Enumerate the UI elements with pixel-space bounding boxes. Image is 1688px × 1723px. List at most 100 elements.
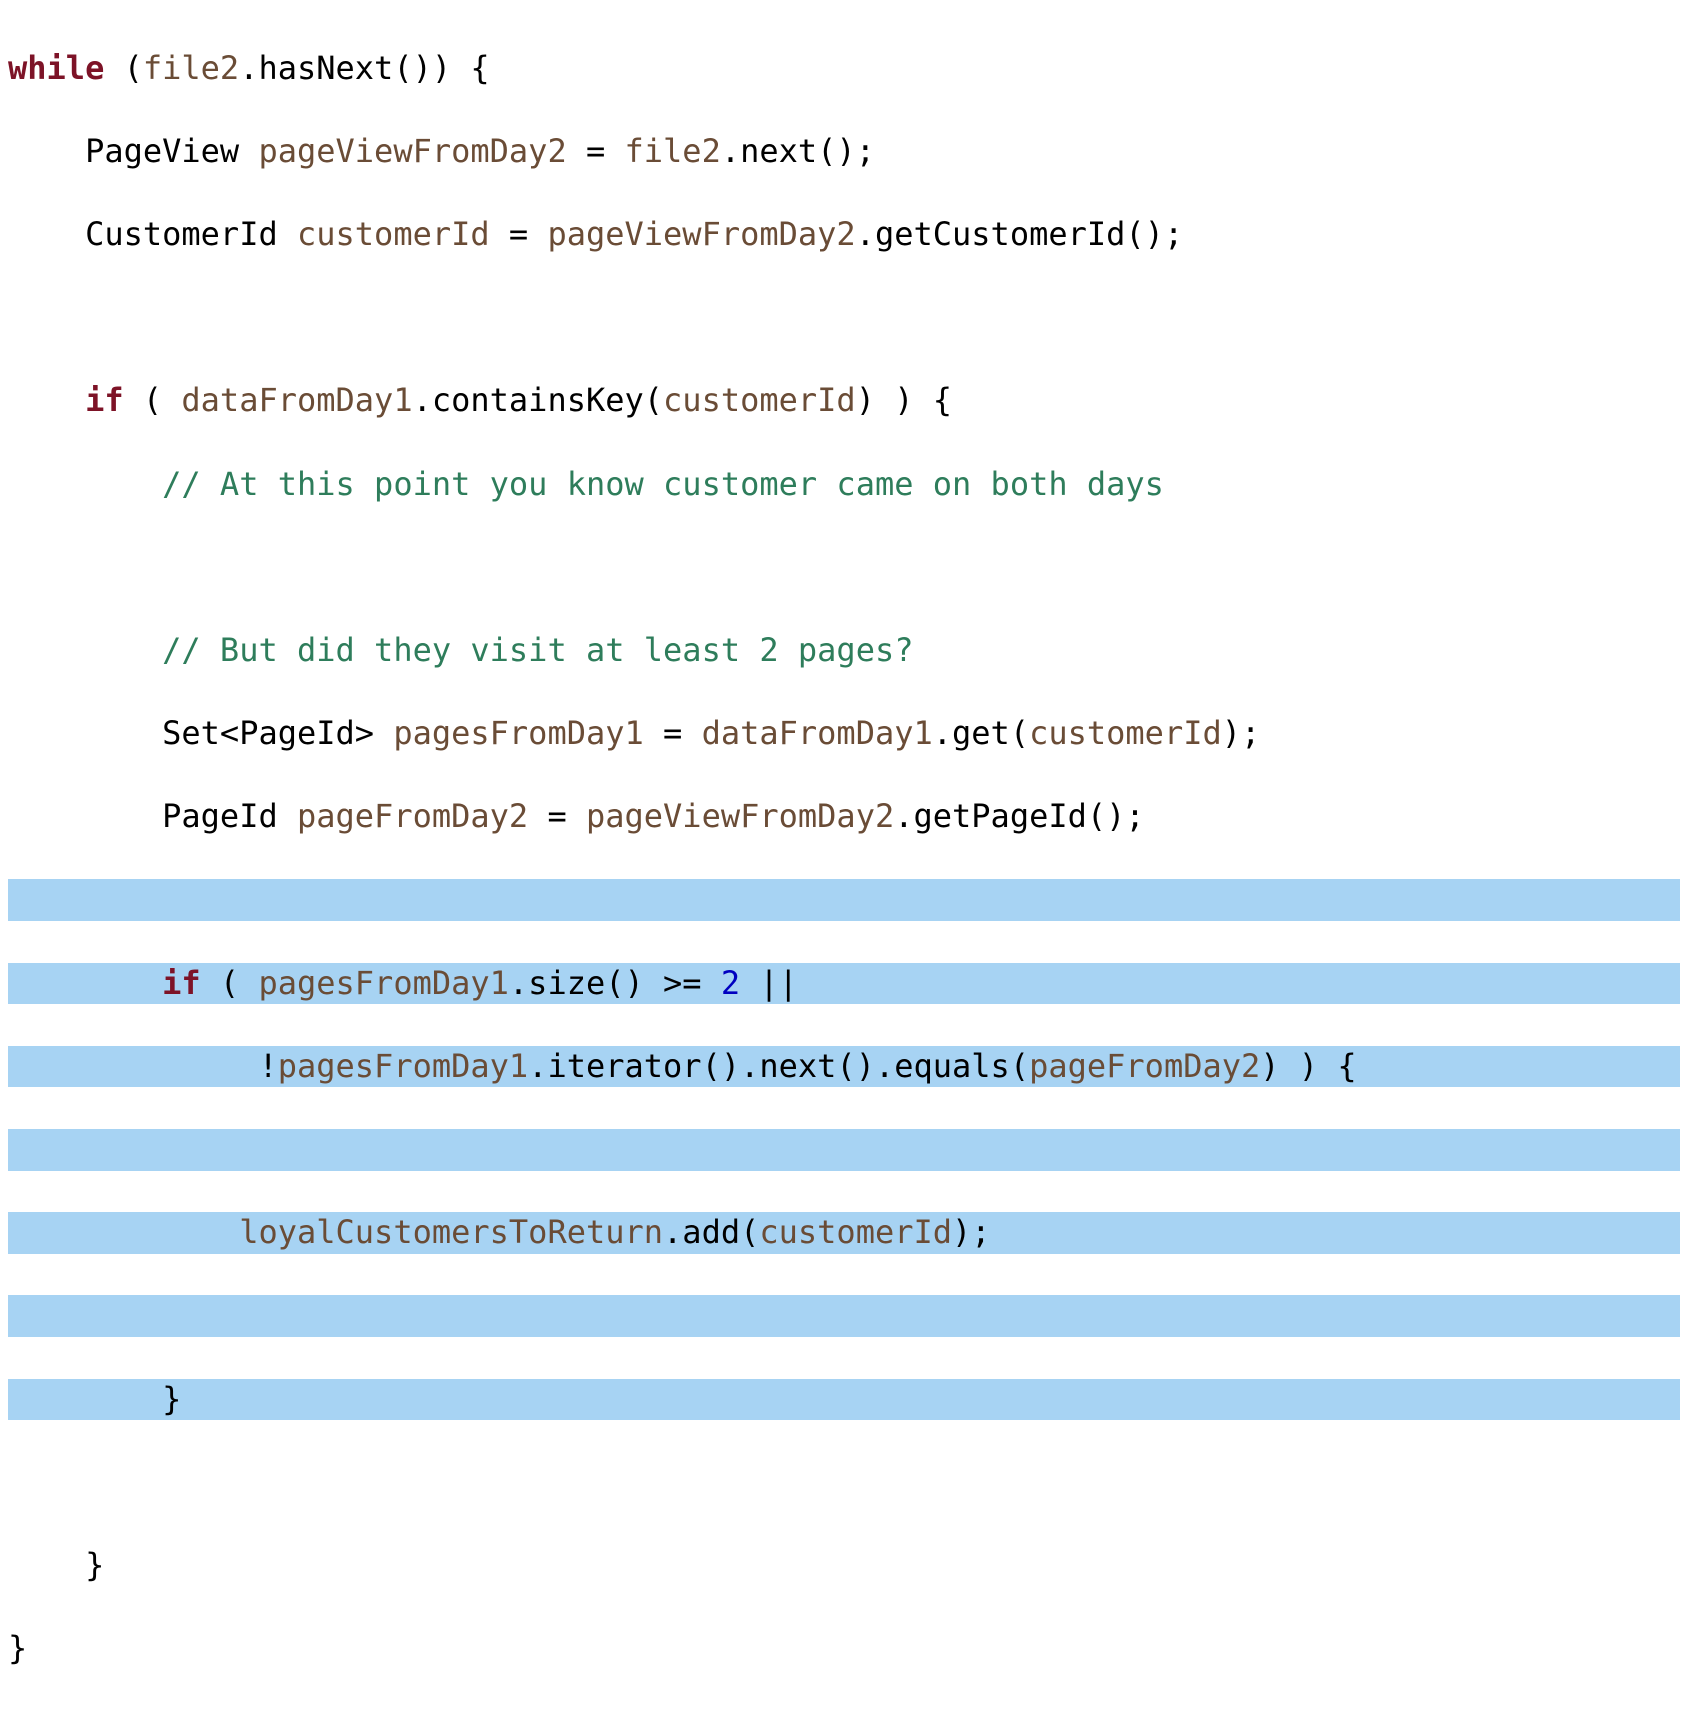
- keyword-if: if: [85, 381, 124, 419]
- identifier: dataFromDay1: [181, 381, 412, 419]
- code-text: =: [490, 215, 548, 253]
- code-text: ();: [1087, 797, 1145, 835]
- code-text: ) ) {: [1260, 1047, 1356, 1085]
- keyword-if: if: [162, 964, 201, 1002]
- code-text: (: [644, 381, 663, 419]
- method-name: next: [740, 132, 817, 170]
- code-text: .: [509, 964, 528, 1002]
- blank-line-highlighted: [8, 879, 1680, 921]
- identifier: customerId: [663, 381, 856, 419]
- code-text: ();: [1125, 215, 1183, 253]
- code-text: ) ) {: [856, 381, 952, 419]
- code-line: while (file2.hasNext()) {: [8, 48, 1680, 90]
- identifier: pageFromDay2: [1029, 1047, 1260, 1085]
- code-line: PageView pageViewFromDay2 = file2.next()…: [8, 131, 1680, 173]
- code-text: (: [124, 381, 182, 419]
- indent: [8, 1380, 162, 1418]
- identifier: file2: [625, 132, 721, 170]
- code-text: =: [567, 132, 625, 170]
- method-name: hasNext: [258, 49, 393, 87]
- code-text: .: [721, 132, 740, 170]
- identifier: customerId: [297, 215, 490, 253]
- code-text: ||: [740, 964, 798, 1002]
- indent: [8, 215, 85, 253]
- code-text: .: [663, 1213, 682, 1251]
- type-name: PageView: [85, 132, 258, 170]
- code-text: .: [239, 49, 258, 87]
- code-text: ().: [702, 1047, 760, 1085]
- method-name: next: [759, 1047, 836, 1085]
- indent: [8, 465, 162, 503]
- number-literal: 2: [721, 964, 740, 1002]
- indent: [8, 132, 85, 170]
- indent: [8, 714, 162, 752]
- blank-line-highlighted: [8, 1129, 1680, 1171]
- identifier: pageFromDay2: [297, 797, 528, 835]
- method-name: add: [682, 1213, 740, 1251]
- code-line: }: [8, 1628, 1680, 1670]
- code-text: .: [894, 797, 913, 835]
- code-text: =: [528, 797, 586, 835]
- blank-line: [8, 1462, 1680, 1504]
- identifier: pagesFromDay1: [278, 1047, 528, 1085]
- method-name: size: [528, 964, 605, 1002]
- indent: [8, 1213, 239, 1251]
- identifier: dataFromDay1: [702, 714, 933, 752]
- code-block: while (file2.hasNext()) { PageView pageV…: [0, 0, 1688, 1723]
- method-name: containsKey: [432, 381, 644, 419]
- code-text: .: [933, 714, 952, 752]
- code-line: // At this point you know customer came …: [8, 464, 1680, 506]
- comment: // At this point you know customer came …: [162, 465, 1164, 503]
- identifier: file2: [143, 49, 239, 87]
- code-line-highlighted: loyalCustomersToReturn.add(customerId);: [8, 1212, 1680, 1254]
- code-line-highlighted: }: [8, 1379, 1680, 1421]
- code-line-highlighted: !pagesFromDay1.iterator().next().equals(…: [8, 1046, 1680, 1088]
- method-name: getCustomerId: [875, 215, 1125, 253]
- indent: [8, 631, 162, 669]
- code-line-highlighted: if ( pagesFromDay1.size() >= 2 ||: [8, 963, 1680, 1005]
- indent: [8, 964, 162, 1002]
- code-text: ().: [836, 1047, 894, 1085]
- code-text: =: [644, 714, 702, 752]
- code-line: // But did they visit at least 2 pages?: [8, 630, 1680, 672]
- code-text: !: [258, 1047, 277, 1085]
- code-text: .: [413, 381, 432, 419]
- identifier: pageViewFromDay2: [258, 132, 566, 170]
- method-name: equals: [894, 1047, 1010, 1085]
- blank-line: [8, 547, 1680, 589]
- identifier: customerId: [759, 1213, 952, 1251]
- identifier: loyalCustomersToReturn: [239, 1213, 663, 1251]
- indent: [8, 1546, 85, 1584]
- method-name: iterator: [547, 1047, 701, 1085]
- keyword-while: while: [8, 49, 104, 87]
- method-name: get: [952, 714, 1010, 752]
- code-text: () >=: [605, 964, 721, 1002]
- code-text: (: [1010, 1047, 1029, 1085]
- code-line: }: [8, 1545, 1680, 1587]
- indent: [8, 797, 162, 835]
- blank-line: [8, 297, 1680, 339]
- code-text: );: [952, 1213, 991, 1251]
- code-text: (: [1010, 714, 1029, 752]
- code-line: CustomerId customerId = pageViewFromDay2…: [8, 214, 1680, 256]
- code-text: (: [740, 1213, 759, 1251]
- type-name: CustomerId: [85, 215, 297, 253]
- code-text: ();: [817, 132, 875, 170]
- type-name: Set<PageId>: [162, 714, 393, 752]
- identifier: pagesFromDay1: [393, 714, 643, 752]
- code-text: (: [201, 964, 259, 1002]
- code-line: PageId pageFromDay2 = pageViewFromDay2.g…: [8, 796, 1680, 838]
- blank-line-highlighted: [8, 1295, 1680, 1337]
- brace: }: [162, 1380, 181, 1418]
- brace: }: [85, 1546, 104, 1584]
- code-text: .: [856, 215, 875, 253]
- brace: }: [8, 1629, 27, 1667]
- identifier: pagesFromDay1: [258, 964, 508, 1002]
- code-line: Set<PageId> pagesFromDay1 = dataFromDay1…: [8, 713, 1680, 755]
- code-text: (: [104, 49, 143, 87]
- code-text: ()) {: [393, 49, 489, 87]
- comment: // But did they visit at least 2 pages?: [162, 631, 913, 669]
- identifier: customerId: [1029, 714, 1222, 752]
- type-name: PageId: [162, 797, 297, 835]
- code-line: if ( dataFromDay1.containsKey(customerId…: [8, 380, 1680, 422]
